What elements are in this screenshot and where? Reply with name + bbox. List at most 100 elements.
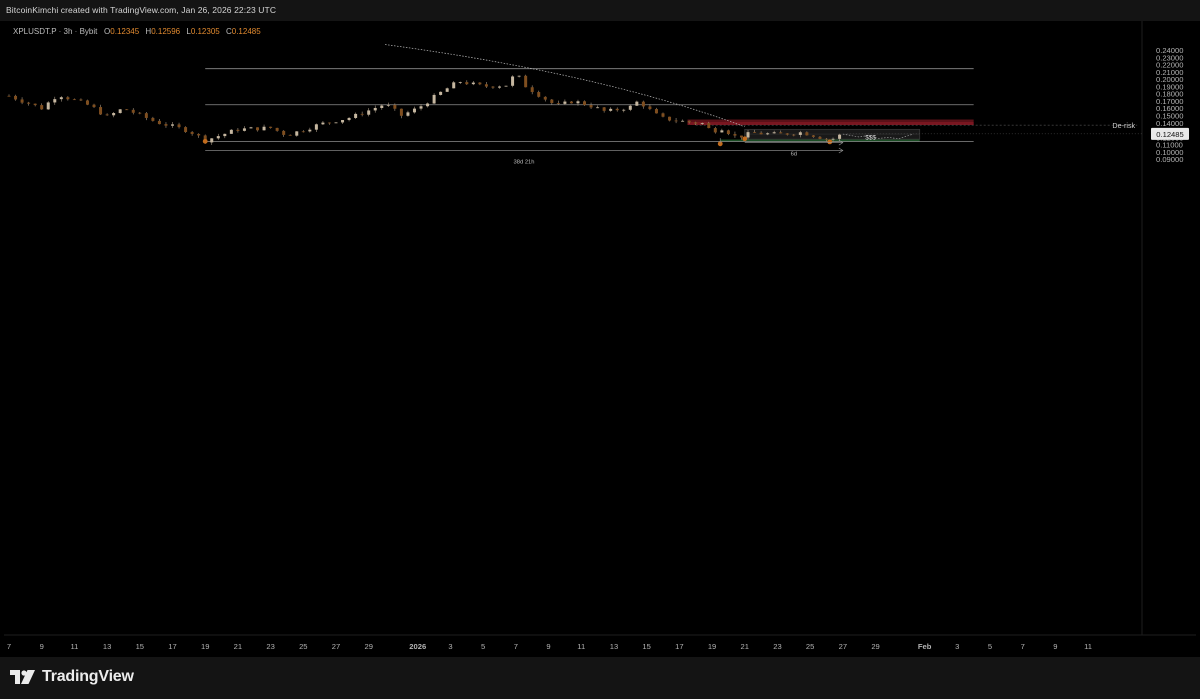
candle-body xyxy=(825,138,828,140)
time-tick-label: 7 xyxy=(1021,642,1025,651)
candle-body xyxy=(347,117,351,121)
candle-body xyxy=(406,112,410,116)
time-tick-label: 9 xyxy=(1053,642,1057,651)
legend-open: 0.12345 xyxy=(110,27,140,36)
candle-body xyxy=(216,136,220,139)
time-tick-label: 7 xyxy=(514,642,518,651)
candle-body xyxy=(766,133,770,135)
symbol-legend: XPLUSDT.P · 3h · Bybit O0.12345 H0.12596… xyxy=(13,27,261,36)
candle-body xyxy=(622,109,626,111)
candle-body xyxy=(412,108,416,113)
time-tick-label: 15 xyxy=(136,642,144,651)
chart-area[interactable]: 0.090000.100000.110000.120000.130000.140… xyxy=(4,21,1196,657)
candle-body xyxy=(700,123,704,124)
candle-body xyxy=(125,109,129,111)
pivot-low-marker[interactable] xyxy=(827,139,833,145)
descending-trendline[interactable] xyxy=(385,44,745,128)
candle-body xyxy=(609,108,613,111)
candle-body xyxy=(452,82,456,89)
candle-body xyxy=(399,108,403,116)
candle-body xyxy=(694,122,698,124)
candle-body xyxy=(171,124,174,126)
candle-body xyxy=(805,132,809,136)
candle-body xyxy=(596,107,600,109)
time-tick-label: 9 xyxy=(40,642,44,651)
candle-body xyxy=(40,105,44,110)
candle-body xyxy=(458,82,462,83)
time-tick-label: 25 xyxy=(299,642,307,651)
legend-high: 0.12596 xyxy=(151,27,181,36)
candle-body xyxy=(354,113,358,118)
time-tick-label: 29 xyxy=(364,642,372,651)
candle-body xyxy=(229,129,233,134)
candle-body xyxy=(498,86,501,88)
candle-body xyxy=(393,104,397,109)
candle-body xyxy=(478,82,482,85)
tradingview-logo-icon xyxy=(10,670,35,684)
candle-body xyxy=(589,104,593,108)
time-tick-label: 17 xyxy=(675,642,683,651)
candle-body xyxy=(504,85,508,87)
candle-body xyxy=(177,124,181,128)
candle-body xyxy=(785,133,789,135)
candle-body xyxy=(118,109,122,114)
candle-body xyxy=(66,97,70,100)
tradingview-wordmark: TradingView xyxy=(42,668,134,685)
time-tick-label: 13 xyxy=(103,642,111,651)
time-tick-label: 25 xyxy=(806,642,814,651)
candle-body xyxy=(543,96,547,100)
time-tick-label: 3 xyxy=(448,642,452,651)
candle-body xyxy=(753,132,757,133)
time-tick-label: 7 xyxy=(7,642,11,651)
supply-zone-core xyxy=(687,121,974,125)
candle-body xyxy=(373,107,377,111)
measure-label: 38d 21h xyxy=(514,159,535,165)
candle-body xyxy=(772,132,776,134)
candle-body xyxy=(779,132,783,134)
candle-body xyxy=(798,132,802,135)
candle-body xyxy=(615,108,619,111)
candle-body xyxy=(79,99,83,101)
candle-body xyxy=(301,131,305,133)
candle-body xyxy=(53,99,57,103)
pivot-low-marker[interactable] xyxy=(202,138,208,144)
legend-symbol: XPLUSDT.P xyxy=(13,27,57,36)
price-chart[interactable]: 0.090000.100000.110000.120000.130000.140… xyxy=(4,21,1196,657)
time-tick-label: 11 xyxy=(70,642,78,651)
derisk-label: De-risk xyxy=(1112,121,1135,130)
time-tick-label: 23 xyxy=(773,642,781,651)
time-tick-label: 21 xyxy=(741,642,749,651)
candle-body xyxy=(556,103,560,104)
candle-body xyxy=(739,135,743,138)
candle-body xyxy=(210,138,214,143)
time-tick-label: 29 xyxy=(871,642,879,651)
candle-body xyxy=(321,122,325,125)
candle-body xyxy=(334,122,338,124)
candle-body xyxy=(641,101,645,107)
candle-body xyxy=(282,130,286,135)
candle-body xyxy=(707,123,711,129)
pivot-low-marker[interactable] xyxy=(742,136,748,142)
candle-body xyxy=(654,109,658,114)
candle-body xyxy=(236,129,240,131)
candle-body xyxy=(792,134,796,136)
candle-body xyxy=(46,102,50,110)
candle-body xyxy=(563,101,567,104)
candle-body xyxy=(157,120,161,125)
candle-body xyxy=(661,113,665,117)
candle-body xyxy=(7,95,11,97)
candle-body xyxy=(838,134,842,139)
measure-label: 6d xyxy=(791,152,797,158)
candle-body xyxy=(223,133,227,137)
candle-body xyxy=(131,109,135,113)
tradingview-brand[interactable]: TradingView xyxy=(10,667,134,687)
candle-body xyxy=(439,91,443,95)
candle-body xyxy=(511,76,515,86)
candle-body xyxy=(445,88,449,92)
legend-close-label: C xyxy=(225,27,232,36)
candle-body xyxy=(419,106,423,109)
legend-close: 0.12485 xyxy=(231,27,261,36)
candle-body xyxy=(256,127,260,131)
time-tick-label: 19 xyxy=(708,642,716,651)
candle-body xyxy=(484,84,488,87)
